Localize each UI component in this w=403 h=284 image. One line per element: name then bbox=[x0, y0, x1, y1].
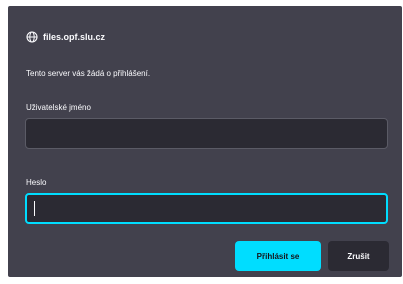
password-field[interactable] bbox=[25, 193, 388, 224]
login-prompt-message: Tento server vás žádá o přihlášení. bbox=[26, 69, 151, 78]
origin-host: files.opf.slu.cz bbox=[43, 32, 106, 42]
login-dialog: files.opf.slu.cz Tento server vás žádá o… bbox=[8, 6, 402, 277]
password-label: Heslo bbox=[26, 178, 47, 187]
username-label: Uživatelské jméno bbox=[26, 103, 91, 112]
login-button[interactable]: Přihlásit se bbox=[235, 241, 321, 271]
text-caret bbox=[34, 201, 35, 216]
cancel-button[interactable]: Zrušit bbox=[328, 241, 389, 271]
dialog-header: files.opf.slu.cz bbox=[26, 30, 105, 44]
globe-icon bbox=[26, 31, 38, 43]
username-field[interactable] bbox=[25, 118, 388, 149]
